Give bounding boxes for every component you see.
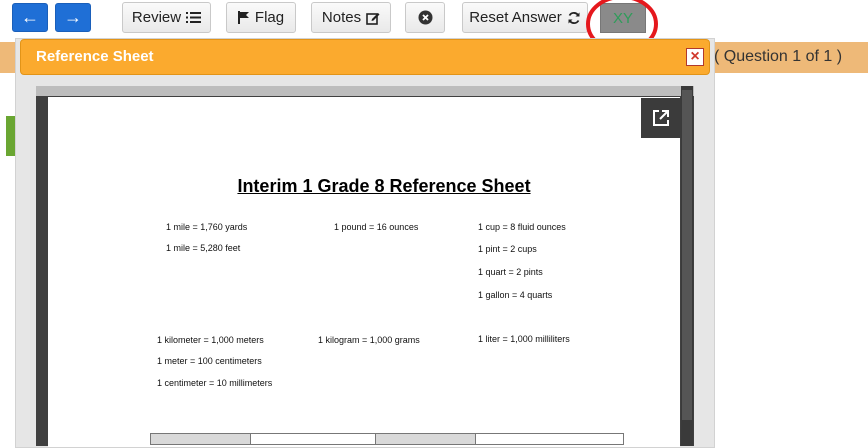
- table-cell: [250, 433, 376, 445]
- scrollbar-thumb[interactable]: [682, 90, 692, 420]
- conversion-cup-ounces: 1 cup = 8 fluid ounces: [478, 222, 566, 232]
- conversion-quart-pints: 1 quart = 2 pints: [478, 267, 543, 277]
- close-icon: ×: [690, 48, 700, 65]
- popout-button[interactable]: [641, 98, 681, 138]
- table-cell: [475, 433, 624, 445]
- conversion-pound-ounces: 1 pound = 16 ounces: [334, 222, 419, 232]
- conversion-liter-milliliters: 1 liter = 1,000 milliliters: [478, 334, 570, 344]
- conversion-mile-yards: 1 mile = 1,760 yards: [166, 222, 248, 232]
- question-counter: ( Question 1 of 1 ): [714, 48, 843, 65]
- conversion-gallon-quarts: 1 gallon = 4 quarts: [478, 290, 553, 300]
- forward-button[interactable]: →: [55, 3, 91, 32]
- viewer-top-bar: [36, 86, 694, 96]
- close-circle-icon: [418, 10, 432, 25]
- external-link-icon: [653, 110, 669, 126]
- table-header-cell: [375, 433, 476, 445]
- notes-button[interactable]: Notes: [311, 2, 391, 33]
- reset-answer-button[interactable]: Reset Answer: [462, 2, 588, 33]
- conversion-meter-centimeters: 1 meter = 100 centimeters: [157, 356, 262, 366]
- arrow-left-icon: ←: [21, 7, 39, 27]
- modal-title: Reference Sheet: [36, 48, 154, 65]
- refresh-icon: [568, 11, 580, 24]
- back-button[interactable]: ←: [12, 3, 48, 32]
- arrow-right-icon: →: [64, 7, 82, 27]
- table-header-cell: [150, 433, 251, 445]
- close-item-button[interactable]: [405, 2, 445, 33]
- conversion-pint-cups: 1 pint = 2 cups: [478, 244, 537, 254]
- review-button[interactable]: Review: [122, 2, 211, 33]
- conversion-centimeter-millimeters: 1 centimeter = 10 millimeters: [157, 378, 273, 388]
- review-label: Review: [131, 9, 182, 26]
- modal-close-button[interactable]: ×: [686, 48, 704, 66]
- sheet-title: Interim 1 Grade 8 Reference Sheet: [237, 176, 531, 196]
- conversion-kilogram-grams: 1 kilogram = 1,000 grams: [318, 335, 420, 345]
- flag-icon: [237, 11, 249, 24]
- list-icon: [186, 12, 202, 23]
- flag-button[interactable]: Flag: [226, 2, 296, 33]
- reset-answer-label: Reset Answer: [469, 9, 562, 26]
- notes-label: Notes: [321, 9, 362, 26]
- edit-icon: [366, 12, 380, 25]
- conversion-mile-feet: 1 mile = 5,280 feet: [166, 243, 241, 253]
- flag-label: Flag: [254, 9, 285, 26]
- conversion-kilometer-meters: 1 kilometer = 1,000 meters: [157, 335, 264, 345]
- document-page: [48, 97, 680, 447]
- modal-header[interactable]: Reference Sheet ×: [20, 39, 710, 75]
